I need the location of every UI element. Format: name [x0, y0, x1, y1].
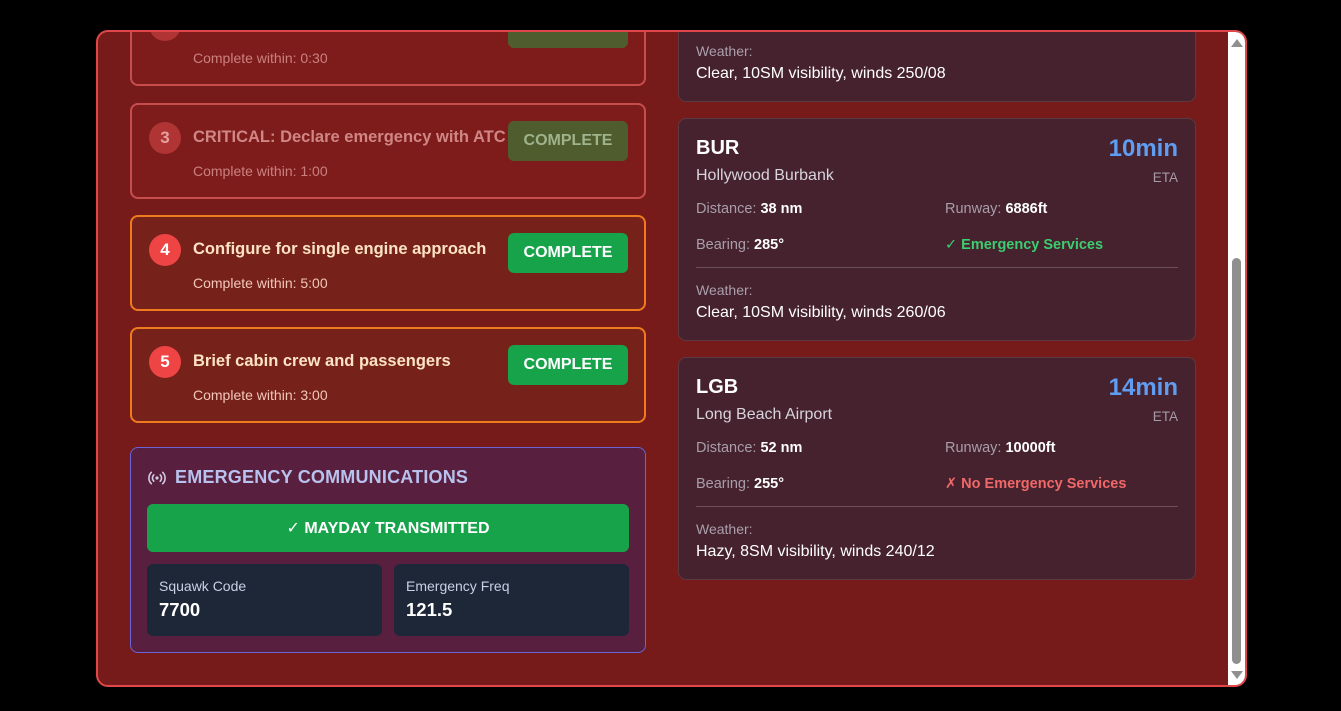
- emergency-freq-box: Emergency Freq 121.5: [394, 564, 629, 636]
- complete-button[interactable]: COMPLETE: [508, 345, 628, 385]
- weather-label: Weather:: [696, 521, 753, 537]
- bearing-value: 285°: [754, 237, 785, 253]
- distance-value: 52 nm: [760, 440, 803, 456]
- bearing-label: Bearing:: [696, 237, 751, 253]
- airport-name: Long Beach Airport: [696, 406, 833, 423]
- comms-header: EMERGENCY COMMUNICATIONS: [147, 467, 468, 488]
- bearing-stat: Bearing: 255°: [696, 476, 784, 492]
- airport-card-bur[interactable]: BUR Hollywood Burbank 10min ETA Distance…: [678, 118, 1196, 341]
- squawk-code-box: Squawk Code 7700: [147, 564, 382, 636]
- distance-stat: Distance: 38 nm: [696, 201, 802, 217]
- squawk-value: 7700: [159, 599, 201, 620]
- checklist-item-3: 3 CRITICAL: Declare emergency with ATC C…: [130, 103, 646, 199]
- weather-value: Clear, 10SM visibility, winds 250/08: [696, 65, 946, 82]
- weather-value: Hazy, 8SM visibility, winds 240/12: [696, 543, 935, 560]
- airport-name: Hollywood Burbank: [696, 167, 834, 184]
- step-due: Complete within: 1:00: [193, 163, 328, 179]
- complete-button[interactable]: COMPLETE: [508, 233, 628, 273]
- weather-label: Weather:: [696, 43, 753, 59]
- distance-label: Distance:: [696, 201, 757, 217]
- airport-card-lgb[interactable]: LGB Long Beach Airport 14min ETA Distanc…: [678, 357, 1196, 580]
- eta-value: 14min: [1108, 374, 1178, 401]
- distance-value: 38 nm: [760, 201, 803, 217]
- freq-value: 121.5: [406, 599, 453, 620]
- scroll-down-arrow-icon[interactable]: [1231, 671, 1243, 679]
- step-number: 3: [149, 122, 181, 154]
- scroll-content: Complete within: 0:30 COMPLETE 3 CRITICA…: [98, 32, 1228, 685]
- runway-label: Runway:: [945, 201, 1002, 217]
- runway-stat: Runway: 6886ft: [945, 201, 1047, 217]
- complete-button[interactable]: COMPLETE: [508, 121, 628, 161]
- eta-value: 10min: [1108, 135, 1178, 162]
- runway-stat: Runway: 10000ft: [945, 440, 1055, 456]
- step-title: CRITICAL: Declare emergency with ATC: [193, 128, 506, 146]
- weather-label: Weather:: [696, 282, 753, 298]
- squawk-label: Squawk Code: [159, 578, 247, 594]
- complete-button[interactable]: COMPLETE: [508, 32, 628, 48]
- distance-stat: Distance: 52 nm: [696, 440, 802, 456]
- eta-label: ETA: [1152, 170, 1178, 185]
- step-number: 4: [149, 234, 181, 266]
- runway-value: 6886ft: [1005, 201, 1048, 217]
- vertical-scrollbar[interactable]: [1228, 32, 1245, 685]
- airport-card-1[interactable]: Weather: Clear, 10SM visibility, winds 2…: [678, 32, 1196, 102]
- step-number: [149, 32, 181, 41]
- checklist-item-4: 4 Configure for single engine approach C…: [130, 215, 646, 311]
- bearing-label: Bearing:: [696, 476, 751, 492]
- freq-label: Emergency Freq: [406, 578, 510, 594]
- step-number: 5: [149, 346, 181, 378]
- bearing-value: 255°: [754, 476, 785, 492]
- checklist-item-5: 5 Brief cabin crew and passengers Comple…: [130, 327, 646, 423]
- step-title: Configure for single engine approach: [193, 240, 487, 258]
- scrollbar-thumb[interactable]: [1232, 258, 1241, 664]
- airport-code: BUR: [696, 137, 740, 159]
- comms-title: EMERGENCY COMMUNICATIONS: [175, 467, 469, 487]
- step-due: Complete within: 5:00: [193, 275, 328, 291]
- divider: [696, 267, 1178, 268]
- bearing-stat: Bearing: 285°: [696, 237, 784, 253]
- step-due: Complete within: 0:30: [193, 50, 328, 66]
- runway-value: 10000ft: [1005, 440, 1056, 456]
- radio-broadcast-icon: [147, 468, 167, 488]
- step-title: Brief cabin crew and passengers: [193, 352, 451, 370]
- eta-label: ETA: [1152, 409, 1178, 424]
- distance-label: Distance:: [696, 440, 757, 456]
- step-due: Complete within: 3:00: [193, 387, 328, 403]
- mayday-transmitted-button[interactable]: ✓ MAYDAY TRANSMITTED: [147, 504, 629, 552]
- emergency-panel-frame: Complete within: 0:30 COMPLETE 3 CRITICA…: [96, 30, 1247, 687]
- checklist-item-2: Complete within: 0:30 COMPLETE: [130, 32, 646, 86]
- emergency-services-status: ✓ Emergency Services: [945, 237, 1104, 253]
- runway-label: Runway:: [945, 440, 1002, 456]
- emergency-communications-panel: EMERGENCY COMMUNICATIONS ✓ MAYDAY TRANSM…: [130, 447, 646, 653]
- airport-code: LGB: [696, 376, 739, 398]
- weather-value: Clear, 10SM visibility, winds 260/06: [696, 304, 946, 321]
- emergency-services-status: ✗ No Emergency Services: [945, 476, 1127, 492]
- divider: [696, 506, 1178, 507]
- scroll-up-arrow-icon[interactable]: [1231, 39, 1243, 47]
